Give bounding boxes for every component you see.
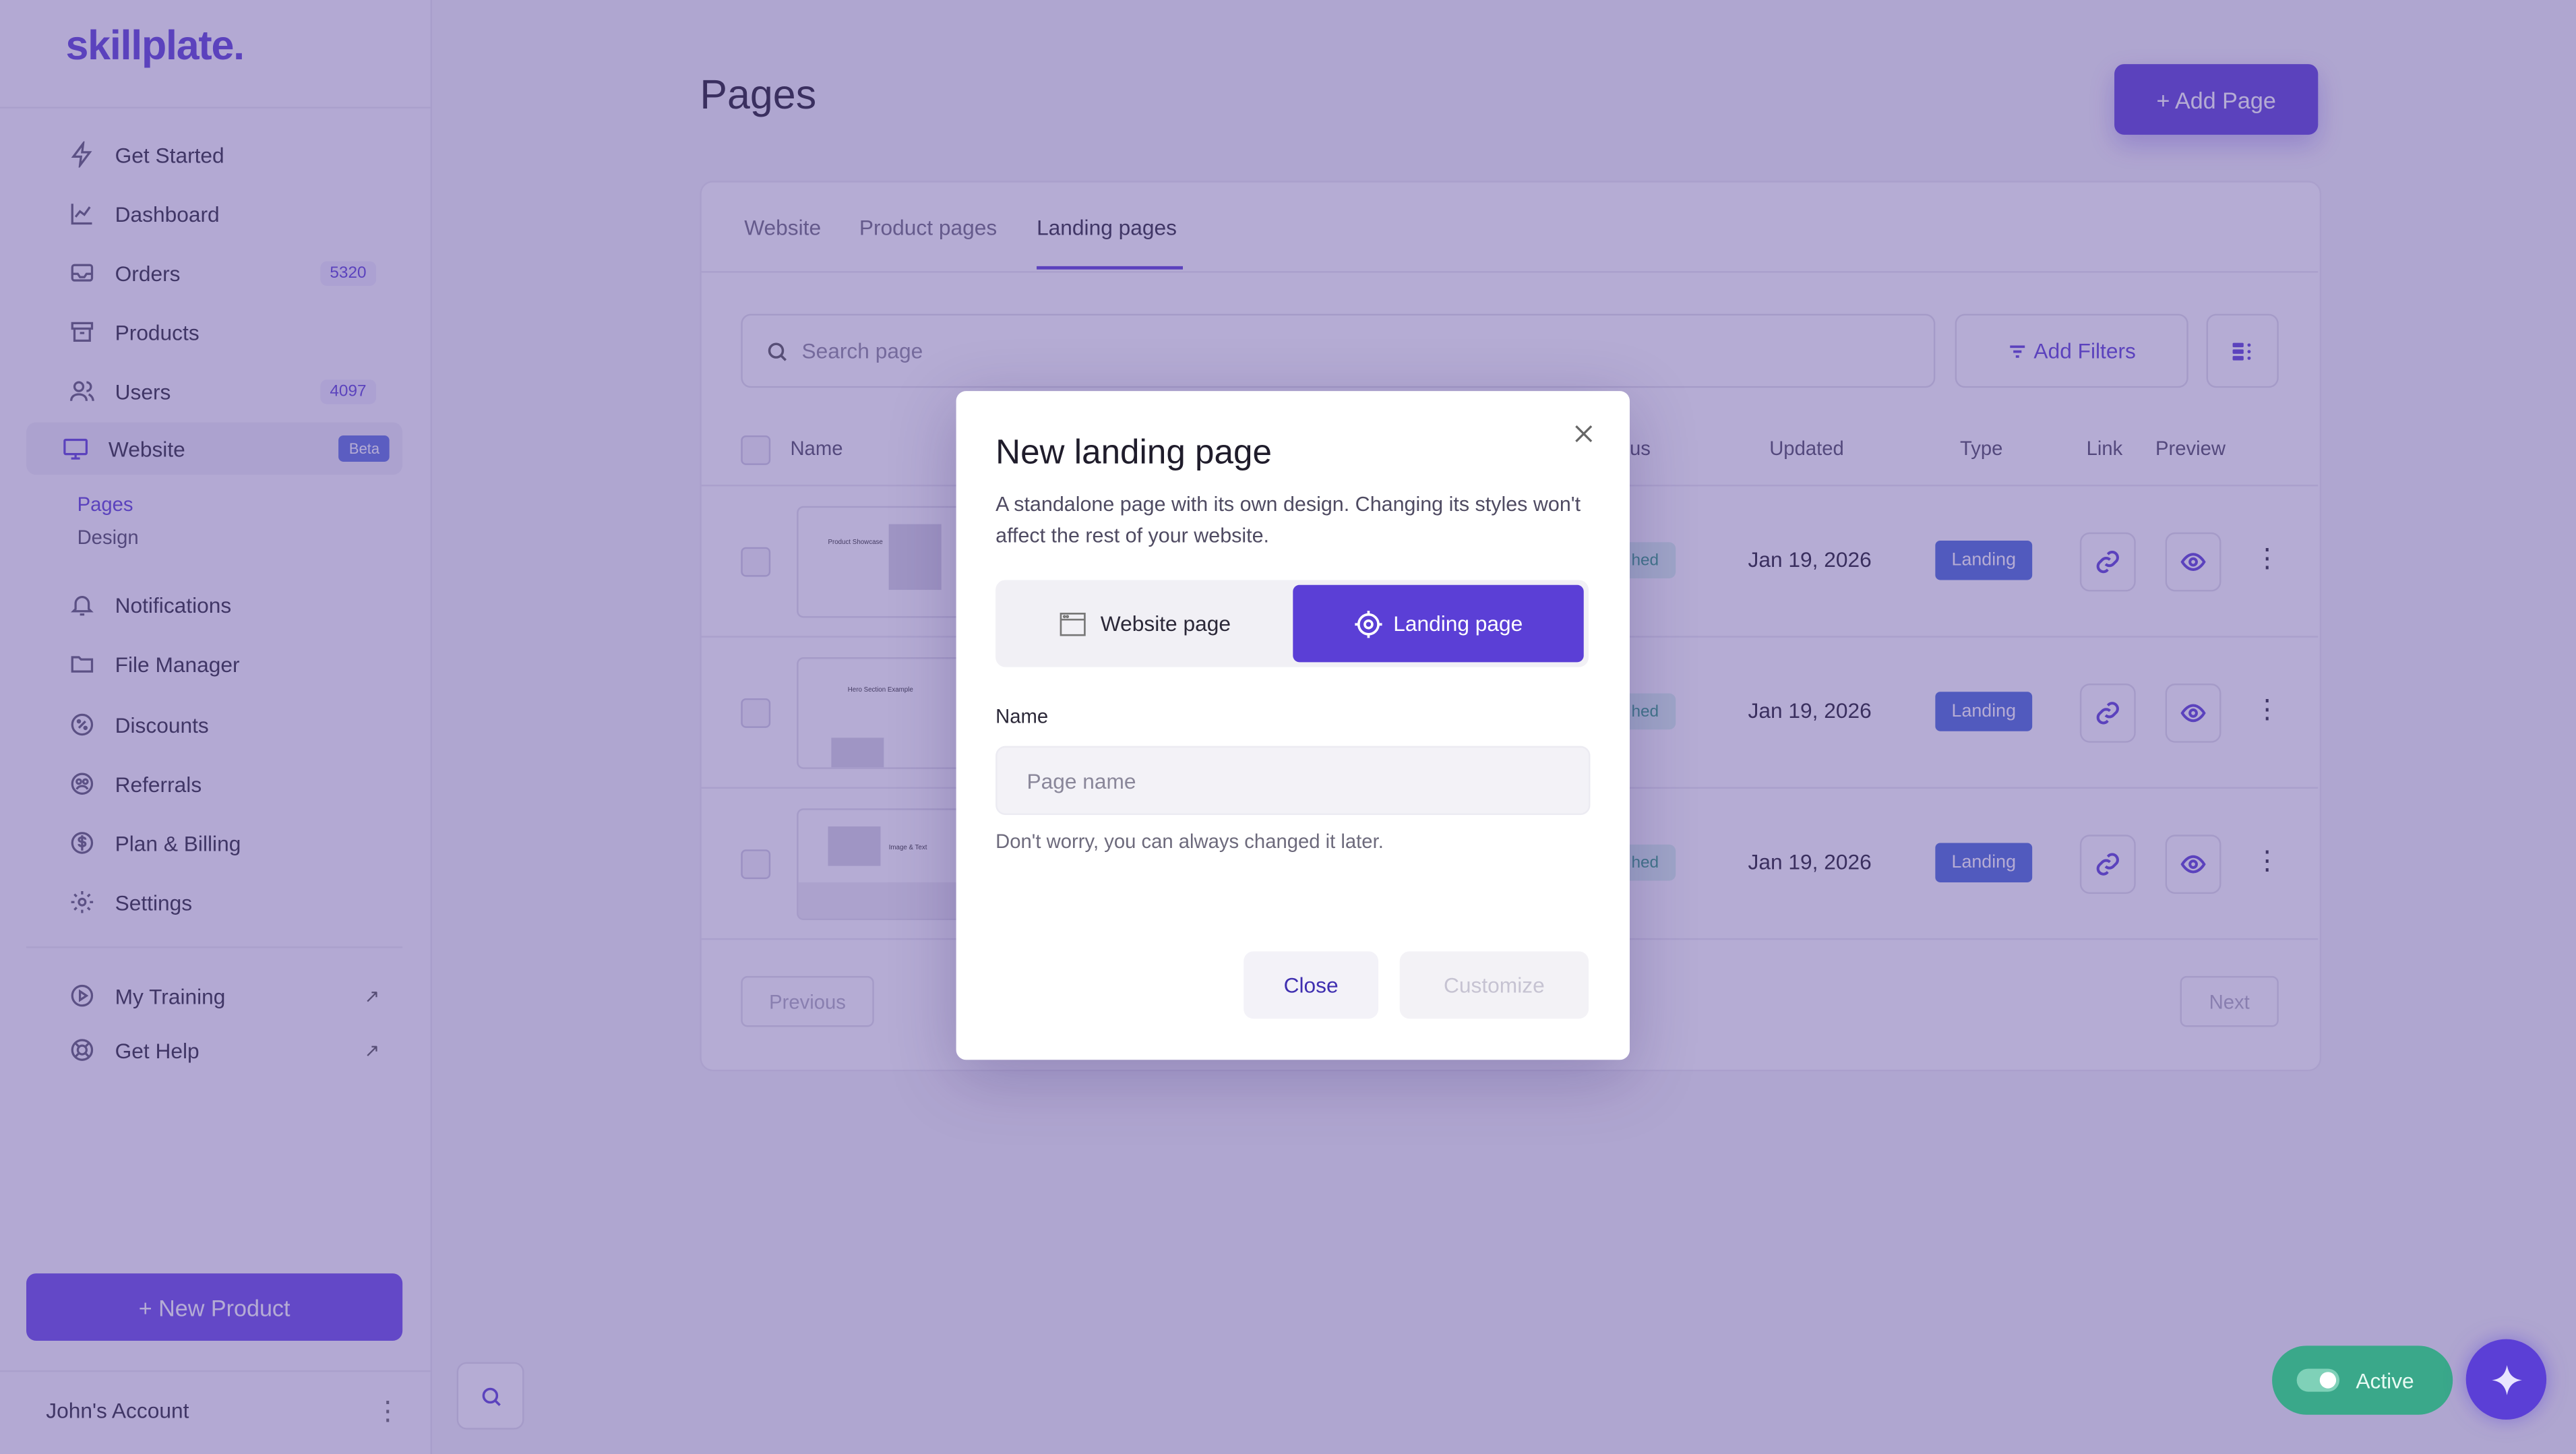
target-icon xyxy=(1355,609,1382,638)
sparkle-icon xyxy=(2491,1364,2521,1395)
name-hint: Don't worry, you can always changed it l… xyxy=(995,829,1384,853)
dialog-title: New landing page xyxy=(995,433,1272,472)
window-icon xyxy=(1060,611,1086,636)
page-name-field[interactable] xyxy=(995,746,1591,815)
close-icon[interactable] xyxy=(1570,421,1597,447)
page-type-selector: Website page Landing page xyxy=(995,580,1589,667)
active-status-toggle[interactable]: Active xyxy=(2272,1345,2453,1415)
active-label: Active xyxy=(2356,1368,2414,1393)
customize-button[interactable]: Customize xyxy=(1399,951,1589,1019)
option-landing-page[interactable]: Landing page xyxy=(1293,584,1584,663)
new-landing-page-dialog: New landing page A standalone page with … xyxy=(956,391,1630,1060)
page-name-input[interactable] xyxy=(1023,748,1556,814)
ai-assistant-button[interactable] xyxy=(2465,1339,2547,1420)
toggle-switch xyxy=(2296,1368,2339,1392)
dialog-description: A standalone page with its own design. C… xyxy=(995,493,1581,547)
close-button[interactable]: Close xyxy=(1244,951,1379,1019)
option-website-page[interactable]: Website page xyxy=(1000,585,1288,663)
name-label: Name xyxy=(995,704,1049,728)
